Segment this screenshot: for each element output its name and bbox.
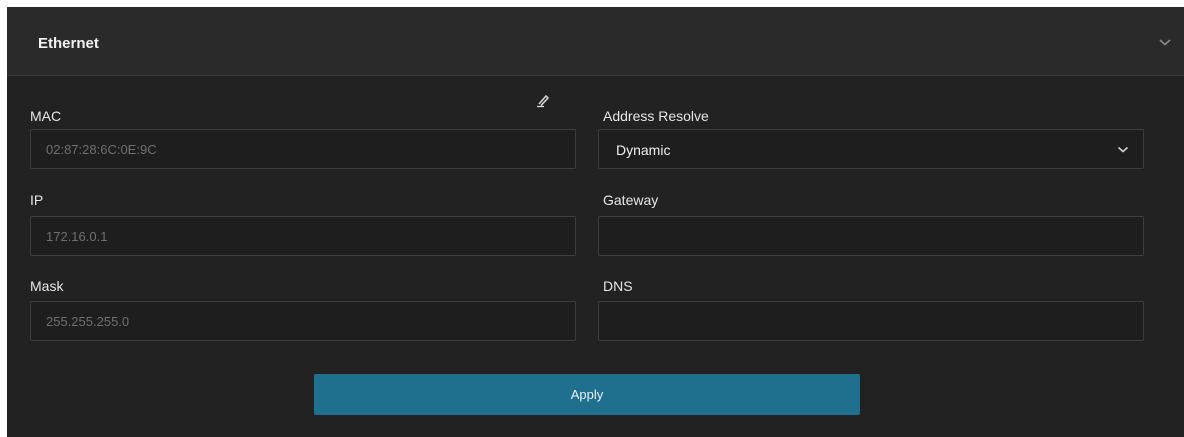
ethernet-panel: Ethernet MAC IP Mask Address Resolve Dyn… (7, 7, 1184, 437)
mac-label: MAC (30, 108, 62, 124)
dns-input[interactable] (598, 301, 1144, 341)
address-resolve-select[interactable]: Dynamic (598, 129, 1144, 169)
gateway-input[interactable] (598, 216, 1144, 256)
address-resolve-label: Address Resolve (603, 108, 709, 124)
ip-input[interactable] (30, 216, 576, 256)
chevron-down-icon[interactable] (1158, 37, 1172, 47)
mask-label: Mask (30, 278, 64, 294)
panel-title: Ethernet (38, 35, 99, 52)
ip-label: IP (30, 192, 44, 208)
mac-input[interactable] (30, 129, 576, 169)
gateway-label: Gateway (603, 192, 659, 208)
mask-input[interactable] (30, 301, 576, 341)
panel-header[interactable]: Ethernet (7, 7, 1184, 76)
apply-button[interactable]: Apply (314, 374, 860, 415)
address-resolve-value: Dynamic (616, 142, 671, 158)
chevron-down-icon (1117, 146, 1129, 153)
pencil-icon[interactable] (535, 92, 551, 108)
dns-label: DNS (603, 278, 633, 294)
